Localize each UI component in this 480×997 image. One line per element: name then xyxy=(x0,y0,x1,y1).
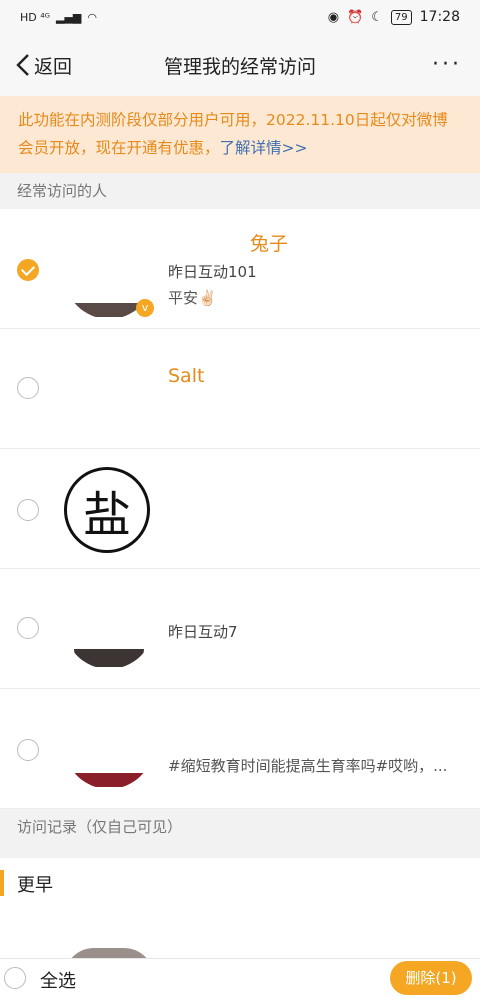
row-checkbox[interactable] xyxy=(17,499,39,521)
avatar: ч ч xyxy=(64,349,154,439)
seal-avatar: 盐 xyxy=(64,467,150,553)
member-notice-banner: 此功能在内测阶段仅部分用户可用，2022.11.10日起仅对微博会员开放，现在开… xyxy=(0,96,480,173)
person-interaction: 昨日互动7 xyxy=(168,623,238,641)
row-checkbox[interactable] xyxy=(17,617,39,639)
alarm-icon: ⏰ xyxy=(347,9,364,25)
group-indicator xyxy=(0,870,4,896)
back-label: 返回 xyxy=(34,55,73,78)
avatar xyxy=(64,699,154,789)
eye-icon: ◉ xyxy=(327,9,340,25)
wifi-icon: ◠ xyxy=(87,10,98,24)
group-label: 更早 xyxy=(17,875,53,896)
person-latest-post: #缩短教育时间能提高生育率吗#哎哟，... xyxy=(168,757,448,775)
signal-icon: ▂▄▆ xyxy=(56,10,82,24)
delete-button[interactable]: 删除(1) xyxy=(390,961,472,995)
row-checkbox[interactable] xyxy=(17,259,39,281)
bottom-action-bar: 全选 删除(1) xyxy=(0,958,480,997)
person-status: 平安✌🏻 xyxy=(168,289,217,307)
status-left: HD ⁴ᴳ ▂▄▆ ◠ xyxy=(0,11,97,24)
section-header-frequent: 经常访问的人 xyxy=(0,173,480,209)
person-name: Salt xyxy=(168,365,205,387)
battery-icon: 79 xyxy=(390,9,412,25)
select-all-checkbox[interactable] xyxy=(4,967,26,989)
back-button[interactable]: 返回 xyxy=(14,34,72,96)
history-row[interactable] xyxy=(0,908,480,978)
verified-badge-icon: v xyxy=(136,299,154,317)
avatar xyxy=(64,579,154,669)
section-header-history: 访问记录（仅自己可见） xyxy=(0,809,480,858)
status-bar: HD ⁴ᴳ ▂▄▆ ◠ ◉ ⏰ ☾ 79 17:28 xyxy=(0,0,480,34)
navigation-bar: 返回 管理我的经常访问 ··· xyxy=(0,34,480,96)
learn-more-link[interactable]: 了解详情>> xyxy=(220,139,308,157)
row-checkbox[interactable] xyxy=(17,739,39,761)
person-row[interactable]: v 兔子 昨日互动101 平安✌🏻 xyxy=(0,209,480,329)
status-right: ◉ ⏰ ☾ 79 17:28 xyxy=(328,9,480,25)
network-indicator: HD ⁴ᴳ xyxy=(20,10,51,24)
person-interaction: 昨日互动101 xyxy=(168,263,257,281)
more-menu-icon[interactable]: ··· xyxy=(432,52,462,77)
chevron-left-icon xyxy=(16,54,29,76)
row-checkbox[interactable] xyxy=(17,377,39,399)
clock: 17:28 xyxy=(419,9,460,25)
history-group-earlier: 更早 xyxy=(0,858,480,909)
person-row[interactable]: 昨日互动7 xyxy=(0,569,480,689)
person-row[interactable]: 盐 xyxy=(0,449,480,569)
person-row[interactable]: #缩短教育时间能提高生育率吗#哎哟，... xyxy=(0,689,480,809)
select-all-label[interactable]: 全选 xyxy=(40,967,76,993)
person-row[interactable]: ч ч Salt xyxy=(0,329,480,449)
moon-icon: ☾ xyxy=(371,9,383,25)
person-name: 兔子 xyxy=(250,233,289,255)
